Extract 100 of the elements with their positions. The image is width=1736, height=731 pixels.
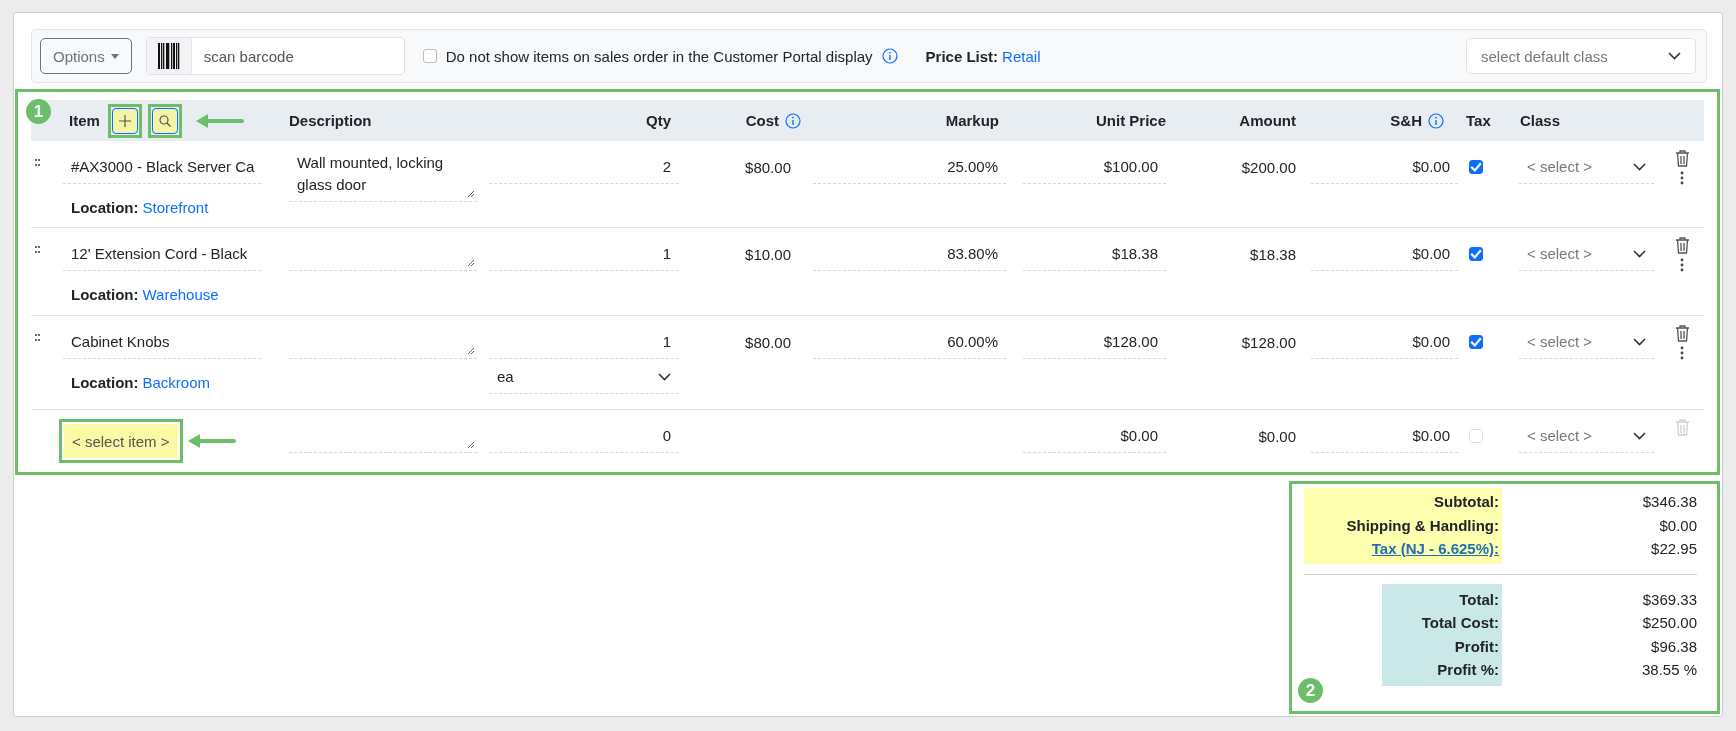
info-icon[interactable]: [1428, 112, 1444, 129]
item-select[interactable]: < select item >: [64, 424, 178, 458]
location-label: Location:: [71, 286, 139, 303]
callout-badge: 1: [26, 99, 51, 124]
column-header: Item: [69, 112, 100, 129]
column-header: Description: [289, 112, 372, 129]
checkbox[interactable]: [1469, 160, 1483, 174]
unit-price-field[interactable]: $128.00: [1023, 325, 1166, 359]
options-button[interactable]: Options: [40, 38, 132, 74]
barcode-icon: [157, 43, 180, 69]
trash-icon[interactable]: [1674, 325, 1690, 342]
total-value: $96.38: [1651, 636, 1697, 657]
description-field[interactable]: Wall mounted, locking glass door: [289, 150, 477, 202]
total-value: $346.38: [1642, 492, 1697, 512]
total-value: $0.00: [1659, 515, 1697, 536]
arrow-icon: [186, 434, 237, 448]
class-select[interactable]: < select >: [1519, 150, 1654, 184]
total-value: $369.33: [1642, 589, 1697, 610]
column-header: Class: [1520, 112, 1561, 129]
more-options-icon[interactable]: [1680, 171, 1684, 185]
quantity-field[interactable]: 2: [489, 150, 679, 184]
quantity-field[interactable]: 0: [489, 419, 679, 453]
arrow-icon: [195, 113, 244, 128]
more-options-icon[interactable]: [1680, 346, 1684, 360]
column-header: Cost: [745, 112, 779, 129]
checkbox-label: Do not show items on sales order in the Customer Portal display: [445, 47, 873, 65]
shipping-field[interactable]: $0.00: [1311, 325, 1458, 359]
markup-field[interactable]: 83.80%: [813, 237, 1006, 271]
trash-icon[interactable]: [1674, 237, 1690, 254]
unit-price-field[interactable]: $100.00: [1023, 150, 1166, 184]
chevron-down-icon: [1668, 52, 1681, 60]
class-select[interactable]: select default class: [1466, 38, 1696, 74]
unit-price-field[interactable]: $18.38: [1023, 237, 1166, 271]
caret-icon: [110, 53, 119, 59]
column-header: Markup: [945, 112, 999, 129]
unit-price-field[interactable]: $0.00: [1023, 419, 1166, 453]
callout-badge: 2: [1298, 678, 1323, 703]
total-label: Shipping & Handling:: [1346, 515, 1499, 536]
location-label: Location:: [71, 199, 139, 216]
checkbox[interactable]: [422, 49, 437, 63]
markup-field[interactable]: 25.00%: [813, 150, 1006, 184]
info-icon[interactable]: [785, 112, 801, 129]
resize-grip-icon: [467, 190, 475, 198]
quantity-field[interactable]: 1: [489, 325, 679, 359]
amount-text: $0.00: [1257, 426, 1297, 447]
barcode-field[interactable]: scan barcode: [145, 37, 405, 75]
total-value: $22.95: [1651, 539, 1697, 559]
chevron-down-icon: [1633, 431, 1646, 440]
amount-text: $128.00: [1240, 332, 1297, 353]
column-header: Tax: [1466, 112, 1491, 129]
price-list-link[interactable]: Retail: [1002, 47, 1041, 65]
chevron-down-icon: [1633, 337, 1646, 346]
checkmark-icon: [1470, 337, 1482, 347]
amount-text: $200.00: [1240, 157, 1297, 178]
plus-icon: [118, 114, 131, 127]
chevron-down-icon: [1633, 162, 1646, 171]
checkbox[interactable]: [1469, 335, 1483, 349]
price-list-label: Price List:: [925, 47, 999, 65]
checkbox[interactable]: [1469, 247, 1483, 261]
shipping-field[interactable]: $0.00: [1311, 419, 1458, 453]
more-options-icon[interactable]: [1680, 258, 1684, 272]
resize-grip-icon: [467, 441, 475, 449]
location-link[interactable]: Backroom: [142, 374, 211, 394]
tax-link[interactable]: Tax (NJ - 6.625%):: [1371, 537, 1499, 561]
location-link[interactable]: Warehouse: [142, 286, 219, 303]
total-label: Profit %:: [1437, 660, 1499, 680]
column-header: Qty: [646, 112, 671, 129]
column-header: Unit Price: [1095, 112, 1166, 129]
total-label: Total Cost:: [1421, 613, 1499, 633]
total-label: Subtotal:: [1434, 492, 1499, 512]
column-header: S&H: [1390, 112, 1422, 129]
resize-grip-icon: [467, 347, 475, 355]
search-icon: [158, 114, 171, 127]
shipping-field[interactable]: $0.00: [1311, 237, 1458, 271]
total-label: Total:: [1459, 589, 1499, 610]
unit-select[interactable]: ea: [489, 360, 679, 394]
checkmark-icon: [1470, 249, 1482, 259]
chevron-down-icon: [658, 372, 671, 381]
markup-field[interactable]: 60.00%: [813, 325, 1006, 359]
cost-text: $10.00: [744, 244, 792, 265]
class-select[interactable]: < select >: [1519, 237, 1654, 271]
class-select[interactable]: < select >: [1519, 419, 1654, 453]
quantity-field[interactable]: 1: [489, 237, 679, 271]
total-value: 38.55 %: [1641, 660, 1697, 680]
total-label: Profit:: [1454, 636, 1499, 657]
trash-icon[interactable]: [1674, 150, 1690, 167]
cost-text: $80.00: [744, 157, 792, 178]
info-icon[interactable]: [881, 48, 898, 64]
class-select[interactable]: < select >: [1519, 325, 1654, 359]
column-header: Amount: [1239, 112, 1296, 129]
shipping-field[interactable]: $0.00: [1311, 150, 1458, 184]
item-field[interactable]: Cabinet Knobs: [63, 325, 261, 359]
resize-grip-icon: [467, 259, 475, 267]
item-field[interactable]: #AX3000 - Black Server Ca: [63, 150, 261, 184]
checkmark-icon: [1470, 162, 1482, 172]
location-link[interactable]: Storefront: [142, 199, 209, 216]
total-value: $250.00: [1642, 613, 1697, 633]
item-field[interactable]: 12' Extension Cord - Black: [63, 237, 261, 271]
chevron-down-icon: [1633, 249, 1646, 258]
amount-text: $18.38: [1249, 244, 1297, 265]
